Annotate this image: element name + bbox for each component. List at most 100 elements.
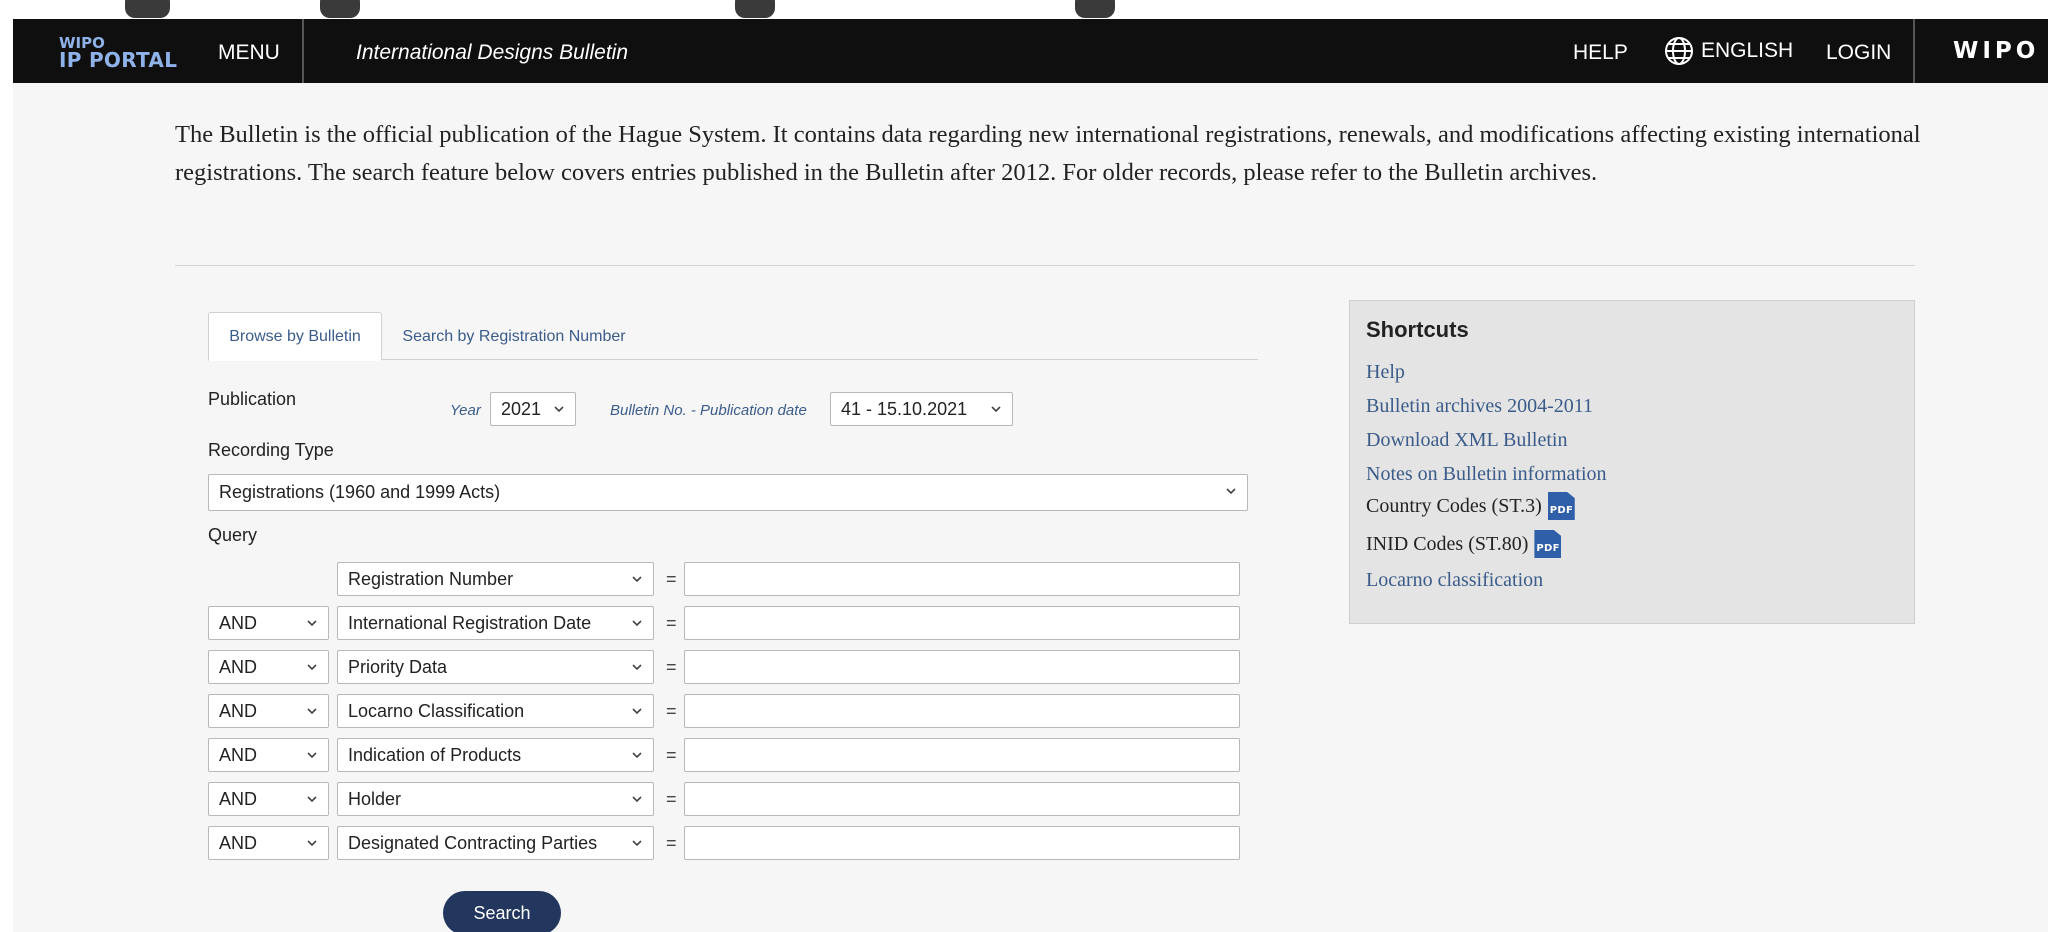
equals-sign: = [666, 789, 677, 809]
query-label: Query [208, 525, 258, 545]
chevron-down-icon [991, 406, 1001, 413]
wipo-logo[interactable]: WIPO [1953, 38, 2039, 64]
shortcut-notes-link[interactable]: Notes on Bulletin information [1366, 463, 1607, 486]
shortcuts-title: Shortcuts [1366, 317, 1469, 342]
bulletin-label: Bulletin No. - Publication date [610, 402, 807, 419]
query-value-input[interactable] [684, 826, 1240, 860]
query-field-select[interactable]: Registration Number [337, 562, 654, 596]
query-field-value: Registration Number [348, 568, 514, 589]
chevron-down-icon [632, 620, 642, 627]
recording-type-value: Registrations (1960 and 1999 Acts) [219, 482, 501, 502]
query-field-select[interactable]: International Registration Date [337, 606, 654, 640]
section-divider [175, 265, 1915, 266]
query-field-value: Designated Contracting Parties [348, 832, 598, 853]
tab-browse-by-bulletin[interactable]: Browse by Bulletin [208, 312, 382, 361]
pdf-icon: PDF [1534, 530, 1562, 558]
chevron-down-icon [307, 752, 317, 759]
equals-sign: = [666, 657, 677, 677]
page-content: The Bulletin is the official publication… [13, 83, 2048, 932]
chevron-down-icon [632, 796, 642, 803]
language-label: ENGLISH [1701, 39, 1794, 62]
query-operator-value: AND [219, 788, 258, 809]
query-operator-value: AND [219, 700, 258, 721]
chevron-down-icon [307, 664, 317, 671]
query-field-select[interactable]: Locarno Classification [337, 694, 654, 728]
cropped-page-heading [0, 0, 2048, 19]
shortcut-inid-codes-label: INID Codes (ST.80) [1366, 532, 1529, 555]
query-value-input[interactable] [684, 738, 1240, 772]
recording-type-label: Recording Type [208, 440, 334, 460]
shortcuts-panel: Shortcuts Help Bulletin archives 2004-20… [1349, 300, 1915, 624]
tab-search-by-registration-number[interactable]: Search by Registration Number [390, 312, 638, 361]
help-link[interactable]: HELP [1573, 41, 1628, 65]
login-link[interactable]: LOGIN [1826, 41, 1891, 65]
chevron-down-icon [632, 840, 642, 847]
chevron-down-icon [307, 840, 317, 847]
bulletin-value: 41 - 15.10.2021 [841, 398, 968, 419]
year-label: Year [450, 402, 481, 419]
chevron-down-icon [307, 620, 317, 627]
header-divider [1913, 19, 1915, 83]
query-value-input[interactable] [684, 782, 1240, 816]
equals-sign: = [666, 833, 677, 853]
shortcut-country-codes-link[interactable]: Country Codes (ST.3) PDF [1366, 492, 1575, 520]
year-value: 2021 [501, 398, 542, 419]
query-value-input[interactable] [684, 650, 1240, 684]
query-operator-select[interactable]: AND [208, 606, 329, 640]
query-operator-value: AND [219, 656, 258, 677]
shortcut-download-xml-link[interactable]: Download XML Bulletin [1366, 429, 1567, 452]
wipo-ip-portal-logo[interactable]: WIPO IP PORTAL [59, 35, 189, 71]
query-field-value: Priority Data [348, 656, 448, 677]
query-field-value: Holder [348, 788, 402, 809]
shortcut-help-link[interactable]: Help [1366, 361, 1405, 384]
chevron-down-icon [632, 708, 642, 715]
chevron-down-icon [1226, 488, 1236, 495]
chevron-down-icon [632, 576, 642, 583]
query-field-select[interactable]: Priority Data [337, 650, 654, 684]
publication-label: Publication [208, 389, 297, 409]
chevron-down-icon [307, 796, 317, 803]
query-field-select[interactable]: Designated Contracting Parties [337, 826, 654, 860]
query-operator-value: AND [219, 832, 258, 853]
query-value-input[interactable] [684, 562, 1240, 596]
chevron-down-icon [307, 708, 317, 715]
chevron-down-icon [632, 664, 642, 671]
year-select[interactable]: 2021 [490, 392, 576, 426]
query-operator-select[interactable]: AND [208, 782, 329, 816]
query-operator-value: AND [219, 612, 258, 633]
language-selector[interactable]: ENGLISH [1663, 33, 1793, 69]
intro-text: The Bulletin is the official publication… [175, 121, 1921, 186]
shortcut-inid-codes-link[interactable]: INID Codes (ST.80) PDF [1366, 530, 1562, 558]
app-title: International Designs Bulletin [356, 41, 628, 64]
chevron-down-icon [554, 406, 564, 413]
search-button[interactable]: Search [443, 891, 561, 932]
query-field-value: Locarno Classification [348, 700, 525, 721]
top-navigation-bar: WIPO IP PORTAL MENU International Design… [13, 19, 2048, 83]
query-field-value: International Registration Date [348, 612, 592, 633]
globe-icon [1665, 37, 1693, 65]
query-operator-select[interactable]: AND [208, 694, 329, 728]
pdf-icon: PDF [1547, 492, 1575, 520]
query-field-select[interactable]: Indication of Products [337, 738, 654, 772]
query-operator-select[interactable]: AND [208, 826, 329, 860]
recording-type-select[interactable]: Registrations (1960 and 1999 Acts) [208, 474, 1248, 511]
query-operator-value: AND [219, 744, 258, 765]
header-divider [302, 19, 304, 83]
query-field-value: Indication of Products [348, 744, 522, 765]
shortcut-country-codes-label: Country Codes (ST.3) [1366, 494, 1542, 517]
equals-sign: = [666, 701, 677, 721]
equals-sign: = [666, 745, 677, 765]
query-operator-select[interactable]: AND [208, 738, 329, 772]
shortcut-bulletin-archives-link[interactable]: Bulletin archives 2004-2011 [1366, 395, 1593, 418]
query-value-input[interactable] [684, 694, 1240, 728]
equals-sign: = [666, 569, 677, 589]
equals-sign: = [666, 613, 677, 633]
shortcut-locarno-link[interactable]: Locarno classification [1366, 569, 1543, 592]
search-tabs: Browse by Bulletin Search by Registratio… [208, 312, 1258, 361]
query-field-select[interactable]: Holder [337, 782, 654, 816]
bulletin-select[interactable]: 41 - 15.10.2021 [830, 392, 1013, 426]
query-value-input[interactable] [684, 606, 1240, 640]
query-operator-select[interactable]: AND [208, 650, 329, 684]
menu-button[interactable]: MENU [218, 41, 280, 65]
chevron-down-icon [632, 752, 642, 759]
